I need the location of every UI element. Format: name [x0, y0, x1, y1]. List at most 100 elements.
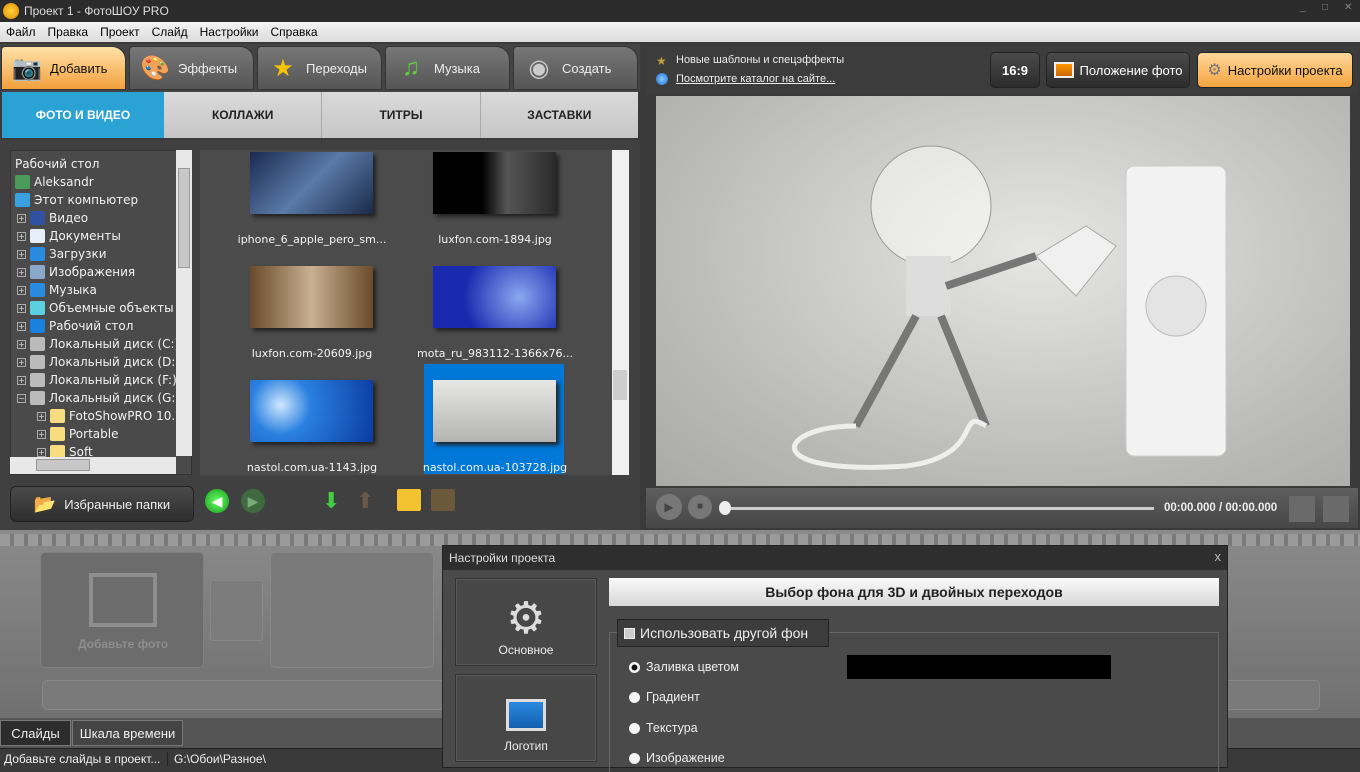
favorite-folders-button[interactable]: 📂 Избранные папки: [10, 486, 194, 522]
tree-item[interactable]: Рабочий стол: [15, 155, 99, 173]
tree-item[interactable]: + Документы: [17, 227, 121, 245]
music-note-icon: ♫: [402, 54, 420, 81]
menu-file[interactable]: Файл: [0, 25, 42, 39]
tree-horizontal-scrollbar[interactable]: [10, 457, 176, 474]
file-thumbnail[interactable]: [433, 380, 556, 442]
folder-add-icon[interactable]: [397, 489, 421, 511]
expand-toggle[interactable]: +: [17, 285, 26, 295]
menu-help[interactable]: Справка: [264, 25, 323, 39]
menu-edit[interactable]: Правка: [42, 25, 95, 39]
catalog-link[interactable]: Посмотрите каталог на сайте...: [676, 73, 835, 85]
tab-create[interactable]: ◉ Создать: [513, 46, 638, 90]
expand-toggle[interactable]: +: [17, 267, 26, 277]
seek-bar[interactable]: [728, 507, 1154, 510]
tree-item[interactable]: + Локальный диск (C:): [17, 335, 179, 353]
radio-fill-color[interactable]: Заливка цветом: [629, 660, 739, 674]
expand-toggle[interactable]: +: [17, 213, 26, 223]
expand-toggle[interactable]: +: [17, 249, 26, 259]
dialog-close-button[interactable]: x: [1215, 549, 1222, 564]
project-settings-button[interactable]: ⚙ Настройки проекта: [1197, 52, 1353, 88]
tree-item[interactable]: + Объемные объекты: [17, 299, 174, 317]
radio-texture[interactable]: Текстура: [629, 721, 698, 735]
file-thumbnail[interactable]: [250, 380, 373, 442]
expand-toggle[interactable]: +: [17, 231, 26, 241]
add-photo-slot[interactable]: Добавьте фото: [40, 552, 204, 668]
file-thumbnail[interactable]: [433, 266, 556, 328]
tab-music[interactable]: ♫ Музыка: [385, 46, 510, 90]
tree-item[interactable]: − Локальный диск (G:): [17, 389, 180, 407]
expand-toggle[interactable]: +: [37, 411, 46, 421]
radio-image[interactable]: Изображение: [629, 751, 725, 765]
play-icon[interactable]: ▶: [656, 494, 682, 520]
file-name[interactable]: nastol.com.ua-103728.jpg: [410, 461, 580, 474]
tree-item[interactable]: + Изображения: [17, 263, 135, 281]
menu-settings[interactable]: Настройки: [194, 25, 265, 39]
maximize-button[interactable]: □: [1322, 2, 1328, 13]
tab-photo-video[interactable]: ФОТО И ВИДЕО: [2, 92, 164, 138]
tree-item[interactable]: + Загрузки: [17, 245, 107, 263]
grid-scrollbar[interactable]: [612, 150, 629, 475]
fullscreen-icon[interactable]: [1323, 496, 1349, 522]
tree-item[interactable]: + FotoShowPRO 10.: [37, 407, 175, 425]
aspect-ratio-button[interactable]: 16:9: [990, 52, 1040, 88]
tree-item[interactable]: + Локальный диск (F:): [17, 371, 177, 389]
file-name[interactable]: nastol.com.ua-1143.jpg: [227, 461, 397, 474]
expand-toggle[interactable]: +: [17, 357, 26, 367]
slide-slot[interactable]: [270, 552, 434, 668]
seek-handle[interactable]: [719, 501, 731, 515]
side-tab-general[interactable]: ⚙ Основное: [455, 578, 597, 666]
minimize-button[interactable]: _: [1300, 2, 1306, 13]
pictures-icon: [30, 265, 45, 279]
expand-toggle[interactable]: +: [17, 321, 26, 331]
expand-toggle[interactable]: +: [17, 375, 26, 385]
transition-slot[interactable]: [210, 580, 263, 641]
tab-add[interactable]: 📷 Добавить: [1, 46, 126, 90]
tree-item[interactable]: + Portable: [37, 425, 118, 443]
expand-toggle[interactable]: +: [37, 447, 46, 457]
tab-intros[interactable]: ЗАСТАВКИ: [481, 92, 638, 138]
tab-effects[interactable]: 🎨 Эффекты: [129, 46, 254, 90]
close-window-button[interactable]: ✕: [1344, 2, 1352, 13]
file-thumbnail[interactable]: [250, 152, 373, 214]
folder-up-icon[interactable]: [431, 489, 455, 511]
file-thumbnail[interactable]: [250, 266, 373, 328]
tree-item[interactable]: + Рабочий стол: [17, 317, 133, 335]
download-icon: [30, 247, 45, 261]
use-other-bg-checkbox[interactable]: Использовать другой фон: [617, 619, 829, 647]
tree-vertical-scrollbar[interactable]: [176, 150, 192, 456]
camera-snapshot-icon[interactable]: [1289, 496, 1315, 522]
file-thumbnail[interactable]: [433, 152, 556, 214]
up-arrow-icon[interactable]: ⬆: [356, 488, 374, 514]
expand-toggle[interactable]: +: [17, 339, 26, 349]
tree-item[interactable]: + Видео: [17, 209, 88, 227]
back-icon[interactable]: ◀: [205, 489, 229, 513]
menu-project[interactable]: Проект: [94, 25, 146, 39]
expand-toggle[interactable]: +: [37, 429, 46, 439]
file-name[interactable]: luxfon.com-20609.jpg: [227, 347, 397, 360]
expand-toggle[interactable]: +: [17, 303, 26, 313]
tree-item[interactable]: + Музыка: [17, 281, 97, 299]
tree-item[interactable]: + Локальный диск (D:): [17, 353, 180, 371]
tab-transitions[interactable]: ★ Переходы: [257, 46, 382, 90]
file-name[interactable]: iphone_6_apple_pero_sm...: [227, 233, 397, 246]
add-down-arrow-icon[interactable]: ⬇: [322, 488, 340, 514]
side-tab-logo[interactable]: Логотип: [455, 674, 597, 762]
radio-gradient[interactable]: Градиент: [629, 690, 700, 704]
checkbox-label: Использовать другой фон: [640, 625, 809, 641]
tab-slides[interactable]: Слайды: [0, 720, 71, 746]
fill-color-swatch[interactable]: [847, 655, 1111, 679]
expand-toggle[interactable]: −: [17, 393, 26, 403]
forward-icon[interactable]: ▶: [241, 489, 265, 513]
file-name[interactable]: mota_ru_983112-1366x76...: [410, 347, 580, 360]
tree-item[interactable]: Этот компьютер: [15, 191, 138, 209]
tab-timeline[interactable]: Шкала времени: [72, 720, 183, 746]
tab-titles[interactable]: ТИТРЫ: [322, 92, 481, 138]
menu-slide[interactable]: Слайд: [146, 25, 194, 39]
photo-position-button[interactable]: Положение фото: [1046, 52, 1190, 88]
stop-icon[interactable]: ■: [688, 495, 712, 519]
file-name[interactable]: luxfon.com-1894.jpg: [410, 233, 580, 246]
radio-icon: [629, 752, 640, 764]
dialog-section-header: Выбор фона для 3D и двойных переходов: [609, 578, 1219, 606]
tab-collages[interactable]: КОЛЛАЖИ: [164, 92, 323, 138]
tree-item[interactable]: Aleksandr: [15, 173, 94, 191]
